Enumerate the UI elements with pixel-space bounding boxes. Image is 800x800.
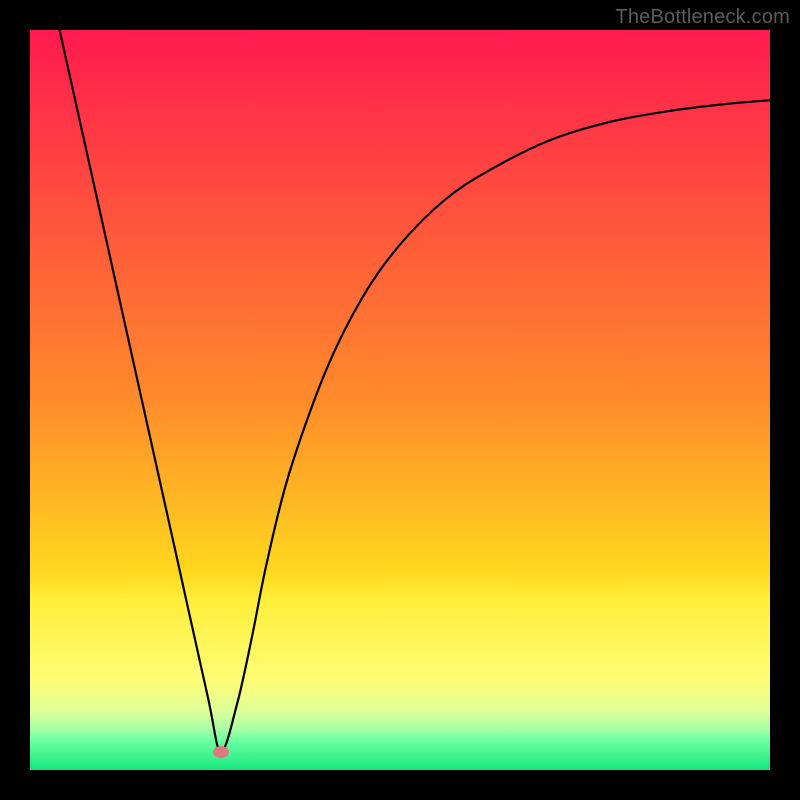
gradient-background: [30, 30, 770, 770]
attribution-label: TheBottleneck.com: [615, 6, 790, 29]
minimum-marker: [213, 746, 229, 758]
chart-stage: TheBottleneck.com: [0, 0, 800, 800]
